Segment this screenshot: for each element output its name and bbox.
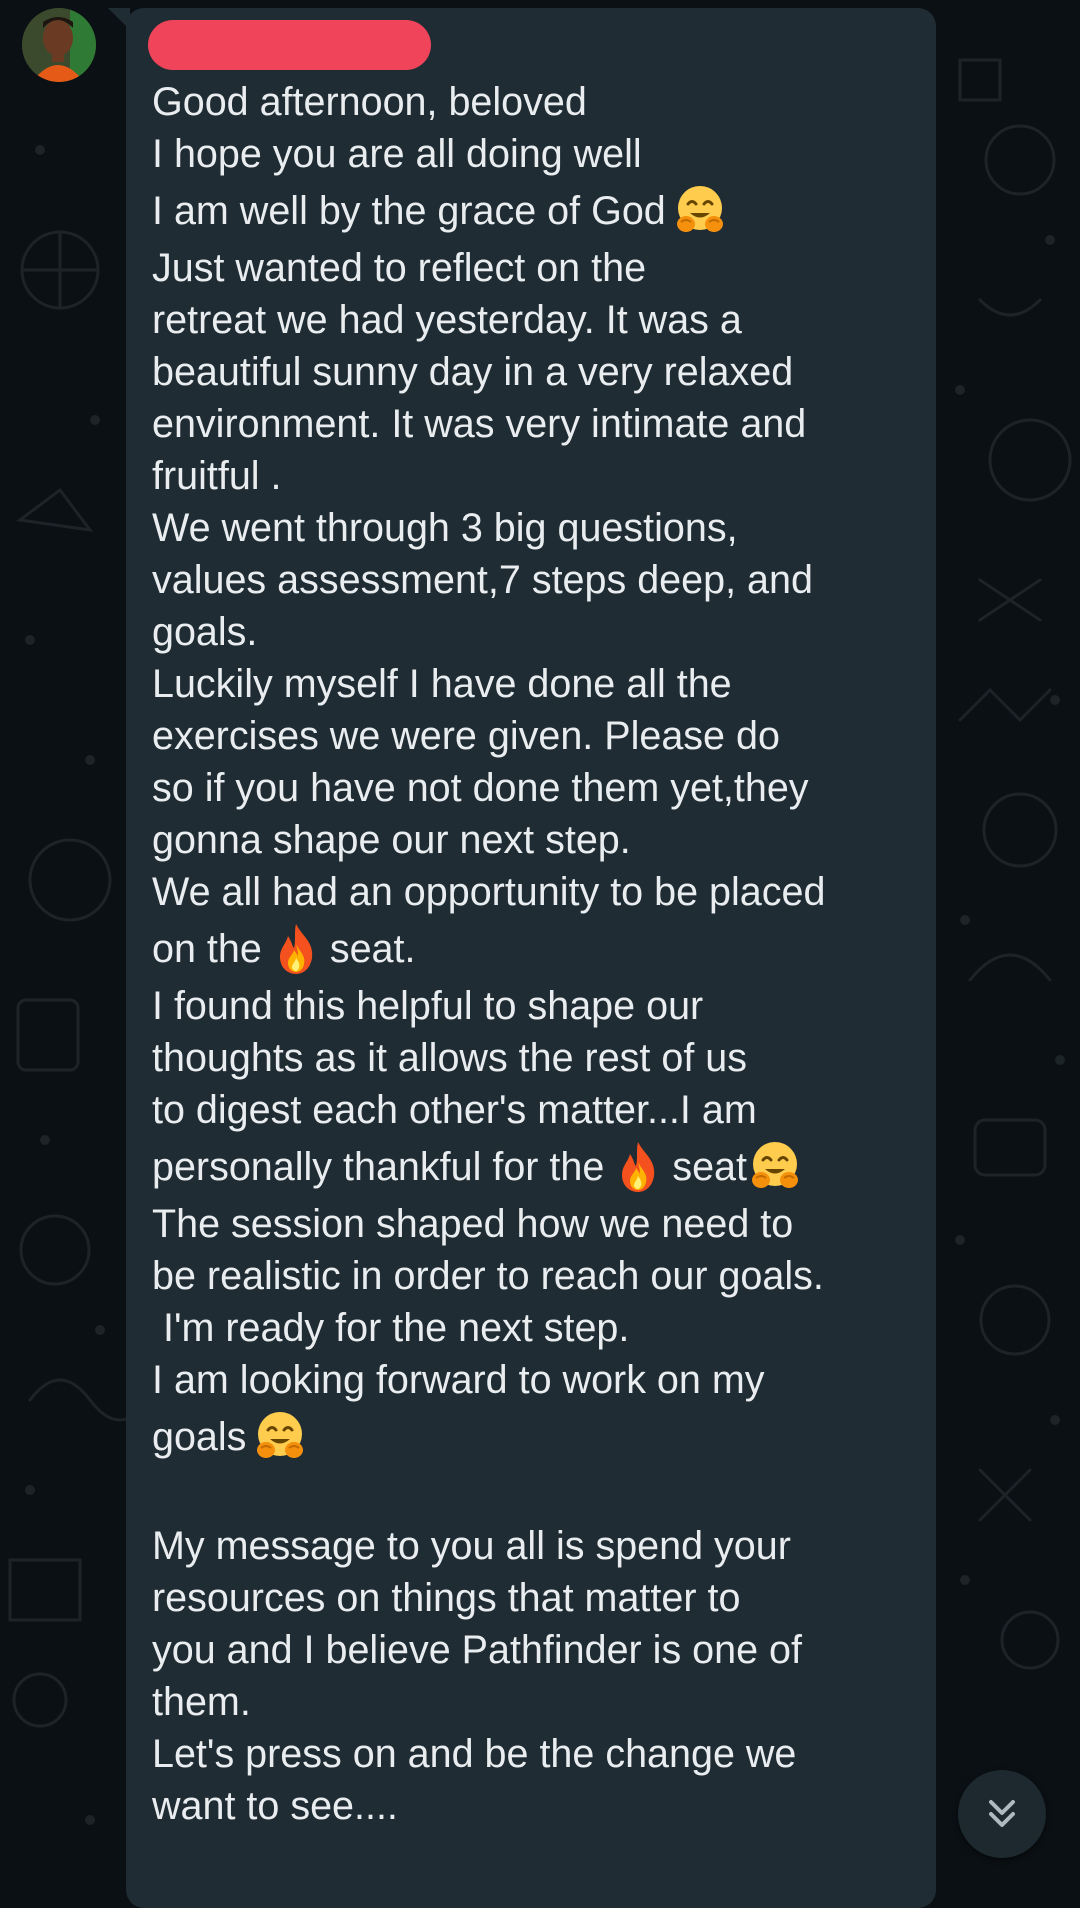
fire-emoji-icon [610,1138,666,1194]
message-line-text-after: seat [672,1145,747,1189]
message-line: goals. [152,606,922,658]
hugging-face-emoji-icon [747,1138,803,1194]
message-line-text: My message to you all is spend your [152,1524,791,1568]
message-line: retreat we had yesterday. It was a [152,294,922,346]
message-line: want to see.... [152,1780,922,1832]
message-line: thoughts as it allows the rest of us [152,1032,922,1084]
message-line: resources on things that matter to [152,1572,922,1624]
message-line-text: We went through 3 big questions, [152,506,738,550]
message-line: My message to you all is spend your [152,1520,922,1572]
message-line-text: on the [152,927,262,971]
message-line: gonna shape our next step. [152,814,922,866]
message-line-text: Good afternoon, beloved [152,80,587,124]
message-line-text: Let's press on and be the change we [152,1732,797,1776]
message-line: Let's press on and be the change we [152,1728,922,1780]
message-line: them. [152,1676,922,1728]
sender-avatar[interactable] [22,8,96,82]
message-line-text: to digest each other's matter...I am [152,1088,757,1132]
message-line: I am well by the grace of God [152,180,922,242]
avatar-image [22,8,96,82]
message-line: goals [152,1406,922,1468]
message-line-text: goals [152,1415,247,1459]
message-line: values assessment,7 steps deep, and [152,554,922,606]
message-line: I found this helpful to shape our [152,980,922,1032]
message-line-text: I am well by the grace of God [152,189,666,233]
message-line-text: want to see.... [152,1784,398,1828]
message-line: environment. It was very intimate and [152,398,922,450]
message-line: We all had an opportunity to be placed [152,866,922,918]
message-line-text: I found this helpful to shape our [152,984,704,1028]
message-line: so if you have not done them yet,they [152,762,922,814]
message-line: Just wanted to reflect on the [152,242,922,294]
message-line: The session shaped how we need to [152,1198,922,1250]
message-line [152,1468,922,1520]
message-line: Luckily myself I have done all the [152,658,922,710]
message-line-text: thoughts as it allows the rest of us [152,1036,748,1080]
message-line: Good afternoon, beloved [152,76,922,128]
message-line-text: gonna shape our next step. [152,818,631,862]
message-line: I'm ready for the next step. [152,1302,922,1354]
message-line: I hope you are all doing well [152,128,922,180]
fire-emoji-icon [268,920,324,976]
hugging-face-emoji-icon [252,1408,308,1464]
message-text: Good afternoon, beloved I hope you are al… [152,76,922,1832]
sender-name-redaction [148,20,431,70]
scroll-to-bottom-button[interactable] [958,1770,1046,1858]
message-line-text: personally thankful for the [152,1145,605,1189]
message-line: personally thankful for the seat [152,1136,922,1198]
message-line-text: exercises we were given. Please do [152,714,780,758]
double-chevron-down-icon [989,1800,1015,1827]
message-line-text: them. [152,1680,251,1724]
message-line-text: retreat we had yesterday. It was a [152,298,742,342]
hugging-face-emoji-icon [672,182,728,238]
message-line-text: I hope you are all doing well [152,132,642,176]
message-line: you and I believe Pathfinder is one of [152,1624,922,1676]
message-line: on the seat. [152,918,922,980]
message-line-text: be realistic in order to reach our goals… [152,1254,824,1298]
message-line-text: beautiful sunny day in a very relaxed [152,350,794,394]
message-line: to digest each other's matter...I am [152,1084,922,1136]
message-line: I am looking forward to work on my [152,1354,922,1406]
message-line-text: resources on things that matter to [152,1576,741,1620]
message-line: We went through 3 big questions, [152,502,922,554]
message-line-text: I am looking forward to work on my [152,1358,765,1402]
message-line-text: Luckily myself I have done all the [152,662,732,706]
message-line-text: fruitful . [152,454,282,498]
message-line-text-after: seat. [329,927,416,971]
message-line-text: I'm ready for the next step. [152,1306,630,1350]
message-line-text: you and I believe Pathfinder is one of [152,1628,802,1672]
message-line-text: environment. It was very intimate and [152,402,807,446]
message-line: fruitful . [152,450,922,502]
message-line: exercises we were given. Please do [152,710,922,762]
message-line-text: Just wanted to reflect on the [152,246,647,290]
message-line-text: The session shaped how we need to [152,1202,794,1246]
message-line-text: so if you have not done them yet,they [152,766,809,810]
message-line: be realistic in order to reach our goals… [152,1250,922,1302]
message-line-text: We all had an opportunity to be placed [152,870,826,914]
message-line-text: goals. [152,610,258,654]
message-line-text: values assessment,7 steps deep, and [152,558,813,602]
message-line: beautiful sunny day in a very relaxed [152,346,922,398]
